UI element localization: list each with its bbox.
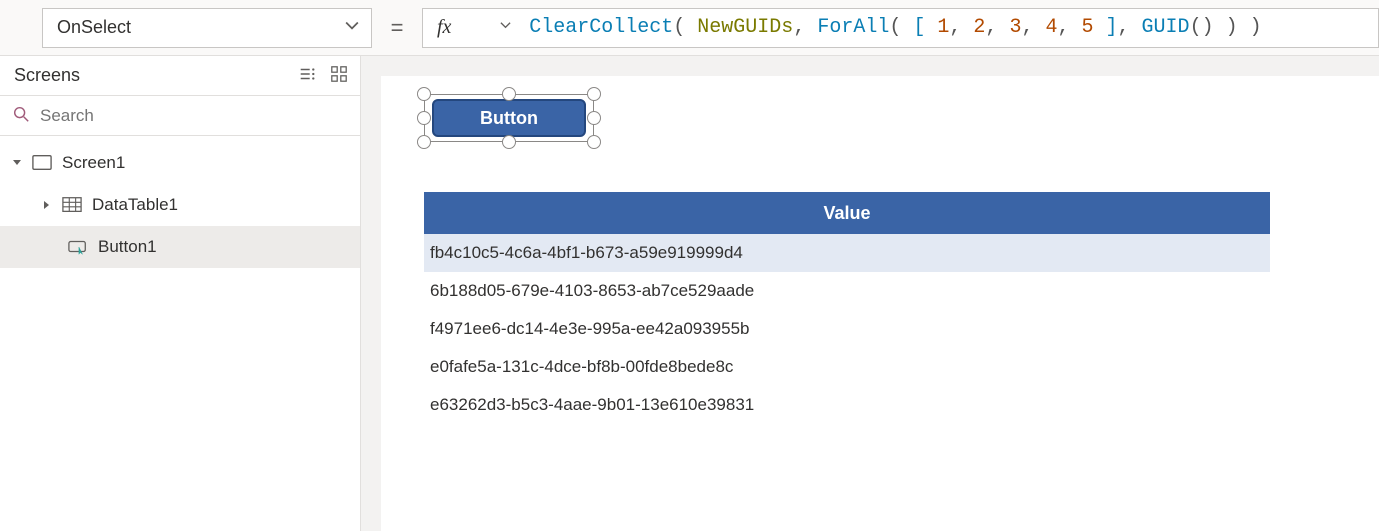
formula-token: 2 [973, 16, 985, 39]
panel-header: Screens [0, 56, 360, 96]
grid-view-icon[interactable] [330, 65, 348, 86]
tree-item-label: DataTable1 [92, 195, 178, 215]
formula-token: , [1021, 16, 1045, 39]
formula-token: [ [913, 16, 937, 39]
resize-handle[interactable] [587, 87, 601, 101]
canvas-button[interactable]: Button [432, 99, 586, 137]
panel-title: Screens [14, 65, 80, 86]
canvas-area[interactable]: Button Value fb4c10c5-4c6a-4bf1-b673-a59… [361, 56, 1379, 531]
search-icon [12, 105, 30, 126]
property-dropdown-value: OnSelect [57, 17, 131, 38]
formula-token: ClearCollect [529, 16, 673, 39]
list-view-icon[interactable] [298, 65, 316, 86]
formula-token: () ) ) [1190, 16, 1262, 39]
tree-item-datatable1[interactable]: DataTable1 [0, 184, 360, 226]
formula-token: ( [673, 16, 697, 39]
fx-icon[interactable]: fx [437, 16, 451, 39]
search-input[interactable] [40, 106, 348, 126]
tree-item-label: Button1 [98, 237, 157, 257]
selected-control-frame[interactable]: Button [424, 94, 594, 142]
tree-view: Screen1 DataTable1 Button1 [0, 136, 360, 268]
table-row[interactable]: fb4c10c5-4c6a-4bf1-b673-a59e919999d4 [424, 234, 1270, 272]
resize-handle[interactable] [502, 135, 516, 149]
chevron-down-icon[interactable] [453, 8, 511, 48]
button-icon [68, 238, 88, 256]
canvas-datatable[interactable]: Value fb4c10c5-4c6a-4bf1-b673-a59e919999… [424, 192, 1270, 424]
canvas-screen[interactable]: Button Value fb4c10c5-4c6a-4bf1-b673-a59… [381, 76, 1379, 531]
formula-token: , [793, 16, 817, 39]
property-dropdown[interactable]: OnSelect [42, 8, 372, 48]
formula-token: ] [1094, 16, 1118, 39]
tree-panel: Screens [0, 56, 361, 531]
formula-bar-row: OnSelect = fx ClearCollect( NewGUIDs, Fo… [0, 0, 1379, 56]
tree-item-screen1[interactable]: Screen1 [0, 142, 360, 184]
formula-token: 4 [1045, 16, 1057, 39]
expand-icon[interactable] [42, 200, 52, 210]
formula-token: NewGUIDs [697, 16, 793, 39]
formula-token: , [1057, 16, 1081, 39]
formula-token: 1 [937, 16, 949, 39]
formula-token: 3 [1009, 16, 1021, 39]
resize-handle[interactable] [417, 87, 431, 101]
datatable-column-header[interactable]: Value [424, 192, 1270, 234]
canvas-button-label: Button [480, 108, 538, 129]
formula-token: , [985, 16, 1009, 39]
formula-token: , [1118, 16, 1142, 39]
formula-token: ForAll [817, 16, 889, 39]
resize-handle[interactable] [587, 135, 601, 149]
resize-handle[interactable] [587, 111, 601, 125]
table-row[interactable]: f4971ee6-dc14-4e3e-995a-ee42a093955b [424, 310, 1270, 348]
tree-item-label: Screen1 [62, 153, 125, 173]
resize-handle[interactable] [502, 87, 516, 101]
tree-item-button1[interactable]: Button1 [0, 226, 360, 268]
table-row[interactable]: e63262d3-b5c3-4aae-9b01-13e610e39831 [424, 386, 1270, 424]
formula-token: , [949, 16, 973, 39]
search-box[interactable] [0, 96, 360, 136]
formula-input[interactable]: fx ClearCollect( NewGUIDs, ForAll( [ 1, … [422, 8, 1379, 48]
datatable-icon [62, 196, 82, 214]
chevron-down-icon [345, 17, 359, 38]
resize-handle[interactable] [417, 111, 431, 125]
formula-token: GUID [1142, 16, 1190, 39]
formula-token: 5 [1082, 16, 1094, 39]
collapse-icon[interactable] [12, 158, 22, 168]
equals-label: = [372, 15, 422, 41]
resize-handle[interactable] [417, 135, 431, 149]
screen-icon [32, 154, 52, 172]
formula-token: ( [889, 16, 913, 39]
table-row[interactable]: 6b188d05-679e-4103-8653-ab7ce529aade [424, 272, 1270, 310]
table-row[interactable]: e0fafe5a-131c-4dce-bf8b-00fde8bede8c [424, 348, 1270, 386]
